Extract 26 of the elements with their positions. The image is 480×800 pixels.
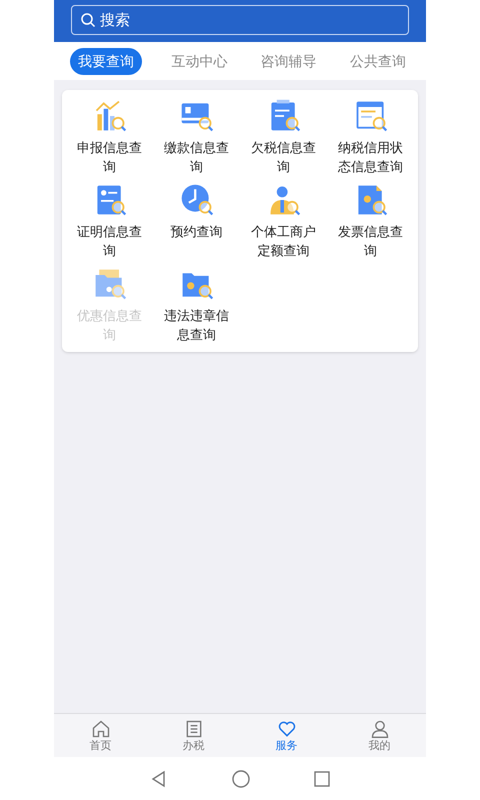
heart-icon[interactable]: [276, 718, 296, 738]
service-label[interactable]: 违法违章信息查询: [162, 306, 230, 344]
search-field[interactable]: 搜索: [71, 5, 409, 35]
service-label[interactable]: 证明信息查询: [76, 222, 144, 260]
service-label[interactable]: 缴款信息查询: [162, 138, 230, 176]
service-label[interactable]: 预约查询: [162, 222, 230, 241]
nav-label[interactable]: 办税: [182, 738, 204, 752]
tab[interactable]: 咨询辅导: [256, 48, 321, 74]
recents-icon[interactable]: [314, 770, 330, 786]
service-label[interactable]: 欠税信息查询: [250, 138, 318, 176]
tab[interactable]: 公共查询: [346, 48, 410, 74]
clock-icon[interactable]: [178, 182, 214, 218]
tab[interactable]: 互动中心: [167, 48, 232, 74]
tab[interactable]: 我要查询: [70, 48, 142, 74]
list-icon[interactable]: [184, 718, 204, 738]
service-label[interactable]: 申报信息查询: [76, 138, 144, 176]
nav-label[interactable]: 我的: [368, 738, 390, 752]
service-label[interactable]: 个体工商户定额查询: [250, 222, 318, 260]
nav-label[interactable]: 首页: [90, 738, 112, 752]
home-button-icon[interactable]: [232, 770, 250, 788]
home-icon[interactable]: [90, 718, 110, 738]
service-label[interactable]: 纳税信用状态信息查询: [336, 138, 404, 176]
service-label[interactable]: 发票信息查询: [336, 222, 404, 260]
nav-label[interactable]: 服务: [276, 738, 298, 752]
search-icon: [80, 12, 96, 28]
user-icon[interactable]: [370, 718, 390, 738]
